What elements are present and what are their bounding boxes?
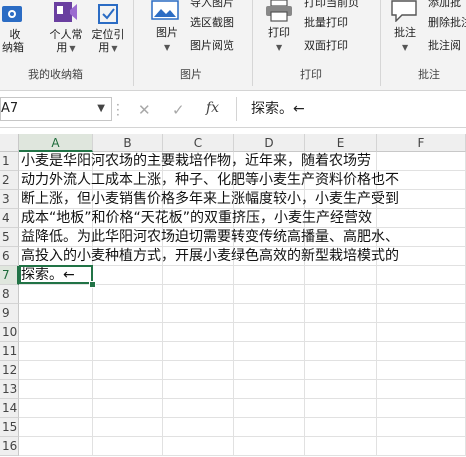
personal-common-button[interactable]: 个人常 用 ▼ (46, 28, 86, 55)
row-header-7[interactable]: 7 (0, 266, 19, 285)
row-gridline (19, 360, 466, 361)
column-header-e[interactable]: E (305, 134, 377, 152)
row-header-2[interactable]: 2 (0, 171, 19, 190)
cell-a6[interactable]: 高投入的小麦种植方式，开展小麦绿色高效的新型栽培模式的 (21, 247, 399, 265)
add-comment-item[interactable]: 添加批 (428, 0, 461, 9)
ribbon-separator (252, 0, 253, 86)
row-gridline (19, 341, 466, 342)
locate-reference-button[interactable]: 定位引 用 ▼ (88, 28, 128, 55)
cell-a2[interactable]: 动力外流人工成本上涨，种子、化肥等小麦生产资料价格也不 (21, 171, 399, 189)
column-header-f[interactable]: F (377, 134, 466, 152)
batch-print-item[interactable]: 批量打印 (304, 16, 348, 29)
chevron-down-icon: ▼ (69, 44, 76, 53)
region-screenshot-item[interactable]: 选区截图 (190, 16, 234, 29)
row-gridline (19, 322, 466, 323)
row-header-6[interactable]: 6 (0, 247, 19, 266)
cancel-icon[interactable]: ✕ (138, 101, 151, 119)
print-button[interactable]: 打印 (268, 26, 290, 39)
more-options-icon[interactable]: · · · (116, 99, 122, 121)
row-header-13[interactable]: 13 (0, 380, 19, 399)
select-all-corner[interactable] (0, 134, 19, 152)
row-gridline (19, 436, 466, 437)
comment-reader-item[interactable]: 批注阅 (428, 39, 461, 52)
row-header-4[interactable]: 4 (0, 209, 19, 228)
row-header-5[interactable]: 5 (0, 228, 19, 247)
spreadsheet-grid[interactable]: A B C D E F 1 2 3 4 5 6 7 8 9 10 11 12 13 14 15 16 小麦是华阳河农场的主要… (0, 134, 466, 457)
row-gridline (19, 417, 466, 418)
insert-function-icon[interactable]: fx (206, 100, 219, 116)
cell-a3[interactable]: 断上涨，但小麦销售价格多年来上涨幅度较小，小麦生产受到 (21, 190, 399, 208)
row-header-8[interactable]: 8 (0, 285, 19, 304)
row-header-3[interactable]: 3 (0, 190, 19, 209)
chevron-down-icon: ▼ (402, 43, 409, 52)
row-header-14[interactable]: 14 (0, 399, 19, 418)
favorites-button[interactable]: 收 纳箱 (2, 28, 26, 54)
row-gridline (19, 284, 466, 285)
chevron-down-icon[interactable]: ▼ (97, 98, 105, 120)
row-header-11[interactable]: 11 (0, 342, 19, 361)
favorites-icon[interactable] (0, 2, 26, 26)
delete-comment-item[interactable]: 删除批注 (428, 16, 466, 29)
duplex-print-item[interactable]: 双面打印 (304, 39, 348, 52)
print-current-page-item[interactable]: 打印当前页 (304, 0, 359, 9)
image-button[interactable]: 图片 (156, 26, 178, 39)
locate-reference-icon[interactable] (96, 2, 120, 26)
formula-input[interactable]: 探索。← (236, 97, 466, 121)
fill-handle[interactable] (89, 281, 96, 288)
cell-a1[interactable]: 小麦是华阳河农场的主要栽培作物，近年来，随着农场劳 (21, 152, 371, 170)
row-gridline (19, 398, 466, 399)
ribbon-separator (380, 0, 381, 86)
personal-common-icon[interactable] (50, 0, 80, 26)
annotate-button[interactable]: 批注 (394, 26, 416, 39)
image-icon[interactable] (150, 0, 180, 22)
printer-icon[interactable] (264, 0, 294, 22)
favorites-group-label: 我的收纳箱 (28, 68, 83, 81)
column-header-c[interactable]: C (163, 134, 234, 152)
check-icon[interactable]: ✓ (172, 101, 185, 119)
row-header-12[interactable]: 12 (0, 361, 19, 380)
comment-icon[interactable] (390, 0, 418, 22)
chevron-down-icon: ▼ (111, 44, 118, 53)
column-header-a[interactable]: A (19, 134, 93, 152)
chevron-down-icon: ▼ (164, 43, 171, 52)
import-image-item[interactable]: 导入图片 (190, 0, 234, 9)
active-cell-selection[interactable] (19, 265, 93, 284)
column-header-b[interactable]: B (93, 134, 163, 152)
chevron-down-icon: ▼ (276, 43, 283, 52)
cell-a5[interactable]: 益降低。为此华阳河农场迫切需要转变传统高播量、高肥水、 (21, 228, 399, 246)
cell-a4[interactable]: 成本“地板”和价格“天花板”的双重挤压，小麦生产经营效 (21, 209, 372, 227)
annotate-group-label: 批注 (418, 68, 440, 81)
row-gridline (19, 303, 466, 304)
print-group-label: 打印 (300, 68, 322, 81)
image-group-label: 图片 (180, 68, 202, 81)
row-header-1[interactable]: 1 (0, 152, 19, 171)
column-header-d[interactable]: D (234, 134, 305, 152)
row-header-9[interactable]: 9 (0, 304, 19, 323)
row-gridline (19, 455, 466, 456)
row-header-10[interactable]: 10 (0, 323, 19, 342)
row-gridline (19, 379, 466, 380)
ribbon-separator (133, 0, 134, 86)
row-header-15[interactable]: 15 (0, 418, 19, 437)
name-box[interactable]: A7 ▼ (0, 97, 112, 121)
ribbon: 收 纳箱 个人常 用 ▼ 定位引 用 ▼ 我的收纳箱 图片 ▼ 导入图片 选区截图 … (0, 0, 466, 91)
row-header-16[interactable]: 16 (0, 437, 19, 456)
formula-bar: A7 ▼ · · · ✕ ✓ fx 探索。← (0, 93, 466, 128)
image-browse-item[interactable]: 图片阅览 (190, 39, 234, 52)
